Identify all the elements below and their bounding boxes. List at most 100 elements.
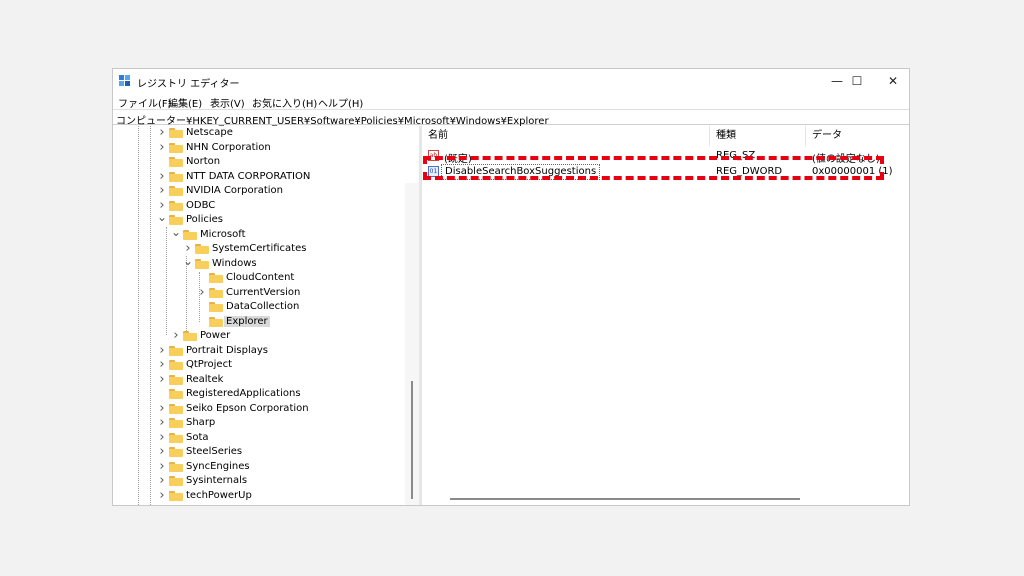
list-scrollbar-thumb[interactable] xyxy=(450,498,800,500)
chevron-down-icon[interactable]: ⌄ xyxy=(183,255,193,270)
tree-node-label: SteelSeries xyxy=(186,446,243,457)
tree-guide-line xyxy=(138,126,139,505)
tree-connector xyxy=(197,301,207,313)
value-list-pane[interactable]: 名前 種類 データ ab (既定) REG_SZ (値の設定なし) 01 Dis… xyxy=(422,126,909,505)
tree-connector xyxy=(157,156,167,168)
tree-node-label: Sota xyxy=(186,431,209,443)
menu-edit[interactable]: 編集(E) xyxy=(168,95,202,110)
tree-node-label: RegisteredApplications xyxy=(186,388,301,399)
tree-node-label: NHN Corporation xyxy=(186,141,271,153)
tree-node-label: Netscape xyxy=(186,127,233,138)
menu-help[interactable]: ヘルプ(H) xyxy=(318,95,363,110)
chevron-down-icon[interactable]: ⌄ xyxy=(157,211,167,226)
tree-connector xyxy=(157,388,167,400)
highlight-annotation-box xyxy=(423,156,884,180)
close-icon[interactable]: ✕ xyxy=(875,69,909,93)
tree-node-label: Seiko Epson Corporation xyxy=(186,402,309,414)
registry-editor-window: レジストリ エディター — ☐ ✕ ファイル(F) 編集(E) 表示(V) お気… xyxy=(112,68,910,506)
tree-node-label: Sysinternals xyxy=(186,475,248,486)
folder-icon xyxy=(169,345,183,356)
chevron-right-icon[interactable]: › xyxy=(157,344,167,357)
tree-node-label: NTT DATA CORPORATION xyxy=(186,170,311,182)
column-header-name[interactable]: 名前 xyxy=(422,126,710,146)
chevron-down-icon[interactable]: ⌄ xyxy=(171,226,181,241)
folder-icon xyxy=(169,157,183,167)
chevron-right-icon[interactable]: › xyxy=(157,489,167,502)
registry-app-icon xyxy=(119,75,130,86)
folder-icon xyxy=(209,287,223,298)
tree-guide-line xyxy=(150,126,151,505)
tree-node-label: CloudContent xyxy=(226,272,295,283)
tree-node-label: Policies xyxy=(186,214,223,225)
tree-node-label: Sharp xyxy=(186,417,216,428)
chevron-right-icon[interactable]: › xyxy=(171,329,181,342)
chevron-right-icon[interactable]: › xyxy=(157,402,167,415)
folder-icon xyxy=(183,331,197,341)
chevron-right-icon[interactable]: › xyxy=(157,445,167,458)
folder-icon xyxy=(195,244,209,254)
folder-icon xyxy=(169,432,183,443)
list-horizontal-scrollbar[interactable] xyxy=(422,492,909,505)
menu-bar: ファイル(F) 編集(E) 表示(V) お気に入り(H) ヘルプ(H) xyxy=(113,93,909,110)
folder-icon xyxy=(169,186,183,196)
column-header-type[interactable]: 種類 xyxy=(710,126,806,146)
folder-icon xyxy=(209,316,223,327)
tree-node-label: techPowerUp xyxy=(186,489,252,501)
folder-icon xyxy=(169,418,183,428)
tree-node-label: SystemCertificates xyxy=(212,243,307,254)
window-title: レジストリ エディター xyxy=(137,79,240,90)
folder-icon xyxy=(169,142,183,153)
folder-icon xyxy=(169,403,183,414)
tree-node-label: NVIDIA Corporation xyxy=(186,185,284,196)
key-tree-pane[interactable]: › Netscape › NHN Corporation Norton › NTT DATA… xyxy=(113,126,419,505)
folder-icon xyxy=(169,447,183,457)
chevron-right-icon[interactable]: › xyxy=(157,460,167,473)
folder-icon xyxy=(209,273,223,283)
folder-icon xyxy=(169,374,183,385)
tree-scrollbar[interactable] xyxy=(405,183,419,505)
folder-icon xyxy=(169,476,183,486)
chevron-right-icon[interactable]: › xyxy=(197,286,207,299)
column-header-data[interactable]: データ xyxy=(806,126,909,146)
title-bar[interactable]: レジストリ エディター — ☐ ✕ xyxy=(113,69,909,93)
chevron-right-icon[interactable]: › xyxy=(157,358,167,371)
tree-connector xyxy=(197,316,207,328)
tree-connector xyxy=(197,272,207,284)
address-bar[interactable]: コンピューター¥HKEY_CURRENT_USER¥Software¥Polic… xyxy=(113,109,909,127)
tree-scrollbar-thumb[interactable] xyxy=(411,381,413,499)
tree-node-label: QtProject xyxy=(186,359,233,370)
menu-favorites[interactable]: お気に入り(H) xyxy=(252,95,317,110)
tree-node-label: Portrait Displays xyxy=(186,344,269,356)
address-path[interactable]: コンピューター¥HKEY_CURRENT_USER¥Software¥Polic… xyxy=(116,112,549,127)
folder-icon xyxy=(169,490,183,501)
tree-node-label: DataCollection xyxy=(226,301,300,312)
chevron-right-icon[interactable]: › xyxy=(157,141,167,154)
tree-node-label: Norton xyxy=(186,156,221,167)
folder-icon xyxy=(169,200,183,211)
tree-node-label: ODBC xyxy=(186,199,216,211)
menu-file[interactable]: ファイル(F) xyxy=(118,95,172,110)
folder-icon xyxy=(169,461,183,472)
tree-node-label: SyncEngines xyxy=(186,460,250,472)
folder-icon xyxy=(169,215,183,225)
chevron-right-icon[interactable]: › xyxy=(157,170,167,183)
tree-node-label: Power xyxy=(200,330,231,341)
chevron-right-icon[interactable]: › xyxy=(157,373,167,386)
chevron-right-icon[interactable]: › xyxy=(157,474,167,487)
menu-view[interactable]: 表示(V) xyxy=(210,95,245,110)
tree-guide-line xyxy=(166,227,167,335)
tree-node-label: Windows xyxy=(212,257,257,269)
folder-icon xyxy=(169,389,183,399)
chevron-right-icon[interactable]: › xyxy=(157,126,167,139)
chevron-right-icon[interactable]: › xyxy=(157,184,167,197)
chevron-right-icon[interactable]: › xyxy=(157,431,167,444)
chevron-right-icon[interactable]: › xyxy=(157,416,167,429)
maximize-icon[interactable]: ☐ xyxy=(839,69,875,93)
folder-icon xyxy=(169,360,183,370)
folder-icon xyxy=(195,258,209,269)
tree-node-label: CurrentVersion xyxy=(226,286,301,298)
tree-node-label: Microsoft xyxy=(200,228,246,240)
folder-icon xyxy=(209,302,223,312)
folder-icon xyxy=(169,171,183,182)
